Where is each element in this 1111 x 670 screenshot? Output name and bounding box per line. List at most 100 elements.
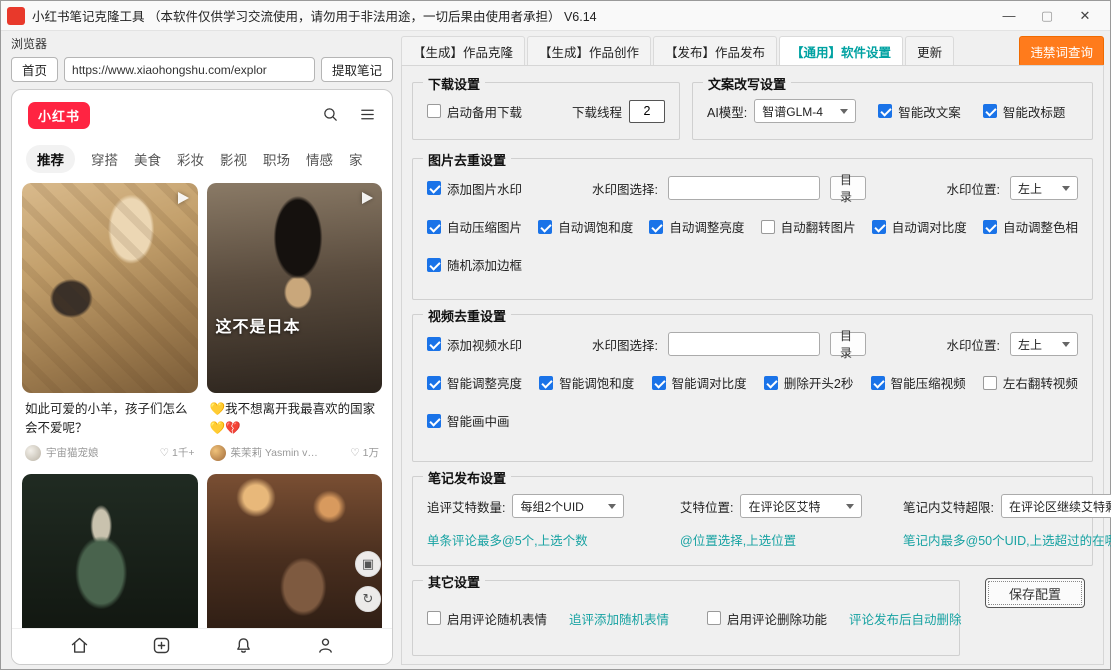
checkbox-auto-brightness[interactable]: 自动调整亮度 xyxy=(649,217,744,236)
chevron-down-icon xyxy=(608,503,617,509)
checkbox-video-watermark[interactable]: 添加视频水印 xyxy=(427,335,522,354)
home-button[interactable]: 首页 xyxy=(11,57,59,82)
avatar xyxy=(25,444,41,461)
video-watermark-dir-button[interactable]: 目录 xyxy=(830,329,867,360)
minimize-button[interactable]: — xyxy=(990,2,1028,30)
group-title: 图片去重设置 xyxy=(423,150,512,169)
note-image: 这不是日本 xyxy=(206,183,382,393)
plus-icon[interactable] xyxy=(151,635,172,659)
search-icon[interactable] xyxy=(322,106,339,126)
checkbox-delete-intro[interactable]: 删除开头2秒 xyxy=(763,373,853,392)
chevron-down-icon xyxy=(840,108,849,114)
group-title: 笔记发布设置 xyxy=(423,468,512,487)
image-icon[interactable]: ▣ xyxy=(355,551,381,577)
ai-model-label: AI模型: xyxy=(707,105,748,120)
site-tab-emotion[interactable]: 情感 xyxy=(306,149,333,169)
site-tab-home[interactable]: 家 xyxy=(349,149,363,169)
note-card[interactable]: 如此可爱的小羊，孩子们怎么会不爱呢？ 宇宙猫宠娘 ♡ 1千+ xyxy=(22,183,198,465)
image-watermark-path-input[interactable] xyxy=(668,176,820,200)
site-nav-tabs: 推荐 穿搭 美食 彩妆 影视 职场 情感 家 xyxy=(12,145,392,173)
checkbox-image-watermark[interactable]: 添加图片水印 xyxy=(427,179,522,198)
checkbox-box xyxy=(427,257,441,272)
publish-settings-group: 笔记发布设置 追评艾特数量: 每组2个UID 艾特位置: 在评论区艾特 笔记内艾… xyxy=(412,468,1111,566)
checkbox-box xyxy=(878,104,893,118)
bell-icon[interactable] xyxy=(233,635,254,659)
refresh-icon[interactable]: ↻ xyxy=(355,586,381,612)
save-config-button[interactable]: 保存配置 xyxy=(985,578,1085,608)
checkbox-smart-contrast[interactable]: 智能调对比度 xyxy=(651,373,747,392)
checkbox-box xyxy=(982,219,997,234)
maximize-button[interactable]: ▢ xyxy=(1028,2,1066,30)
tab-create[interactable]: 【生成】作品创作 xyxy=(527,36,652,66)
checkbox-auto-flip-image[interactable]: 自动翻转图片 xyxy=(760,217,856,236)
checkbox-picture-in-picture[interactable]: 智能画中画 xyxy=(427,411,510,430)
note-meta: 宇宙猫宠娘 ♡ 1千+ xyxy=(25,444,195,461)
site-tab-recommend[interactable]: 推荐 xyxy=(26,145,75,173)
xiaohongshu-logo[interactable]: 小红书 xyxy=(28,102,91,129)
watermark-position-label: 水印位置: xyxy=(946,338,1000,353)
extract-note-button[interactable]: 提取笔记 xyxy=(320,57,393,82)
banned-words-button[interactable]: 违禁词查询 xyxy=(1019,35,1104,67)
tab-update[interactable]: 更新 xyxy=(905,36,955,66)
checkbox-box xyxy=(982,375,997,390)
checkbox-auto-compress-image[interactable]: 自动压缩图片 xyxy=(427,217,522,236)
app-logo-icon xyxy=(7,6,25,25)
site-tab-fashion[interactable]: 穿搭 xyxy=(91,149,118,169)
mention-position-select[interactable]: 在评论区艾特 xyxy=(740,494,863,518)
like-count[interactable]: ♡ 1万 xyxy=(350,445,379,460)
checkbox-auto-saturation[interactable]: 自动调饱和度 xyxy=(538,217,633,236)
checkbox-auto-hue[interactable]: 自动调整色相 xyxy=(982,217,1078,236)
tab-settings[interactable]: 【通用】软件设置 xyxy=(779,36,904,66)
checkbox-smart-compress-video[interactable]: 智能压缩视频 xyxy=(870,373,966,392)
checkbox-box xyxy=(427,375,441,390)
tab-clone[interactable]: 【生成】作品克隆 xyxy=(401,36,526,66)
image-watermark-dir-button[interactable]: 目录 xyxy=(830,173,867,204)
profile-icon[interactable] xyxy=(315,635,336,659)
video-watermark-position-select[interactable]: 左上 xyxy=(1009,332,1078,356)
heart-icon: ♡ xyxy=(159,446,170,459)
checkbox-smart-rewrite[interactable]: 智能改文案 xyxy=(878,102,961,121)
url-input[interactable] xyxy=(64,57,315,82)
checkbox-box xyxy=(871,219,886,234)
image-watermark-position-select[interactable]: 左上 xyxy=(1009,176,1078,200)
like-count[interactable]: ♡ 1千+ xyxy=(160,445,195,460)
thread-count-label: 下载线程 xyxy=(571,105,622,120)
mention-count-select[interactable]: 每组2个UID xyxy=(512,494,625,518)
checkbox-label: 添加视频水印 xyxy=(447,338,523,353)
checkbox-label: 启用评论删除功能 xyxy=(727,612,828,627)
site-tab-career[interactable]: 职场 xyxy=(263,149,290,169)
tab-publish[interactable]: 【发布】作品发布 xyxy=(653,36,778,66)
home-icon[interactable] xyxy=(69,635,90,659)
video-watermark-path-input[interactable] xyxy=(668,332,820,356)
checkbox-smart-title[interactable]: 智能改标题 xyxy=(982,102,1066,121)
checkbox-smart-saturation[interactable]: 智能调饱和度 xyxy=(539,373,634,392)
checkbox-label: 左右翻转视频 xyxy=(1002,377,1078,391)
mention-overflow-select[interactable]: 在评论区继续艾特剩余UID xyxy=(1000,494,1111,518)
avatar xyxy=(209,444,226,461)
note-title: 💛我不想离开我最喜欢的国家💛💔 xyxy=(209,402,376,435)
checkbox-backup-download[interactable]: 启动备用下载 xyxy=(427,102,522,121)
random-emoji-hint: 追评添加随机表情 xyxy=(569,612,670,627)
site-tab-movies[interactable]: 影视 xyxy=(220,149,247,169)
checkbox-box xyxy=(870,375,885,390)
comment-delete-hint: 评论发布后自动删除 xyxy=(849,612,962,627)
checkbox-smart-brightness[interactable]: 智能调整亮度 xyxy=(427,373,522,392)
note-card[interactable]: 这不是日本 💛我不想离开我最喜欢的国家💛💔 茱茉莉 Yasmin von R..… xyxy=(206,183,383,465)
checkbox-label: 智能改标题 xyxy=(1002,105,1066,120)
checkbox-label: 自动翻转图片 xyxy=(780,221,856,235)
download-settings-group: 下载设置 启动备用下载 下载线程 xyxy=(412,74,680,140)
checkbox-random-border[interactable]: 随机添加边框 xyxy=(427,255,522,274)
checkbox-random-emoji[interactable]: 启用评论随机表情 xyxy=(427,609,547,628)
thread-count-input[interactable] xyxy=(629,99,665,123)
ai-model-select[interactable]: 智谱GLM-4 xyxy=(754,99,857,123)
close-button[interactable]: ✕ xyxy=(1066,2,1104,30)
note-card-body: 💛我不想离开我最喜欢的国家💛💔 茱茉莉 Yasmin von R... ♡ 1万 xyxy=(207,393,383,465)
play-icon xyxy=(177,192,189,204)
site-tab-makeup[interactable]: 彩妆 xyxy=(177,149,204,169)
menu-icon[interactable] xyxy=(359,106,376,126)
checkbox-flip-video[interactable]: 左右翻转视频 xyxy=(982,373,1078,392)
mention-position-label: 艾特位置: xyxy=(680,500,734,515)
checkbox-auto-contrast[interactable]: 自动调对比度 xyxy=(871,217,967,236)
site-tab-food[interactable]: 美食 xyxy=(134,149,161,169)
checkbox-comment-delete[interactable]: 启用评论删除功能 xyxy=(707,609,827,628)
